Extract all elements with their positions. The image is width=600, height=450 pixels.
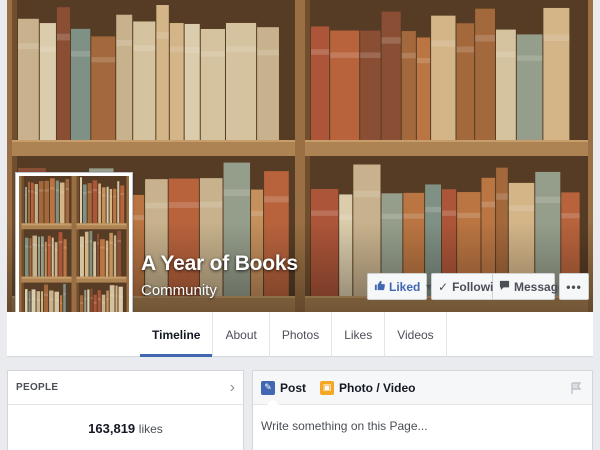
composer-input[interactable] [253, 405, 592, 447]
likes-unit: likes [138, 422, 163, 436]
photo-icon: ▣ [320, 380, 335, 395]
message-label: Message [514, 279, 565, 294]
people-header[interactable]: PEOPLE › [8, 371, 243, 405]
people-card: PEOPLE › 163,819 likes [7, 370, 244, 450]
liked-label: Liked [389, 279, 421, 294]
composer-tab-photo-video[interactable]: ▣ Photo / Video [320, 380, 416, 395]
tab-likes[interactable]: Likes [332, 312, 386, 357]
people-title: PEOPLE [16, 382, 59, 393]
pencil-icon: ✎ [261, 380, 275, 395]
chevron-right-icon[interactable]: › [230, 379, 235, 397]
message-icon [499, 280, 510, 293]
tab-videos[interactable]: Videos [385, 312, 447, 357]
tab-photos[interactable]: Photos [270, 312, 333, 357]
composer-tab-post-label: Post [280, 380, 307, 395]
tab-timeline[interactable]: Timeline [140, 312, 214, 357]
tab-about[interactable]: About [213, 312, 270, 357]
following-button[interactable]: ✓ Following [431, 273, 508, 300]
liked-button[interactable]: Liked ▼ [367, 273, 433, 300]
page-tabs: Timeline About Photos Likes Videos [140, 312, 447, 357]
thumbs-up-icon [374, 280, 385, 293]
likes-count: 163,819 [88, 421, 136, 436]
message-button[interactable]: Message [493, 273, 565, 300]
flag-icon[interactable] [570, 381, 582, 399]
checkmark-icon: ✓ [438, 279, 449, 294]
composer-tabs: ✎ Post ▣ Photo / Video [253, 371, 592, 405]
post-composer: ✎ Post ▣ Photo / Video [252, 370, 593, 450]
page-category: Community [141, 282, 217, 299]
page-actions: Liked ▼ ✓ Following Message ••• [367, 273, 589, 300]
composer-tab-photo-label: Photo / Video [339, 380, 416, 395]
page-title[interactable]: A Year of Books [141, 252, 298, 276]
composer-tab-post[interactable]: ✎ Post [261, 380, 307, 405]
more-options-button[interactable]: ••• [559, 273, 589, 300]
page-nav-bar: Timeline About Photos Likes Videos [7, 312, 593, 357]
likes-count-line: 163,819 likes [8, 421, 243, 436]
